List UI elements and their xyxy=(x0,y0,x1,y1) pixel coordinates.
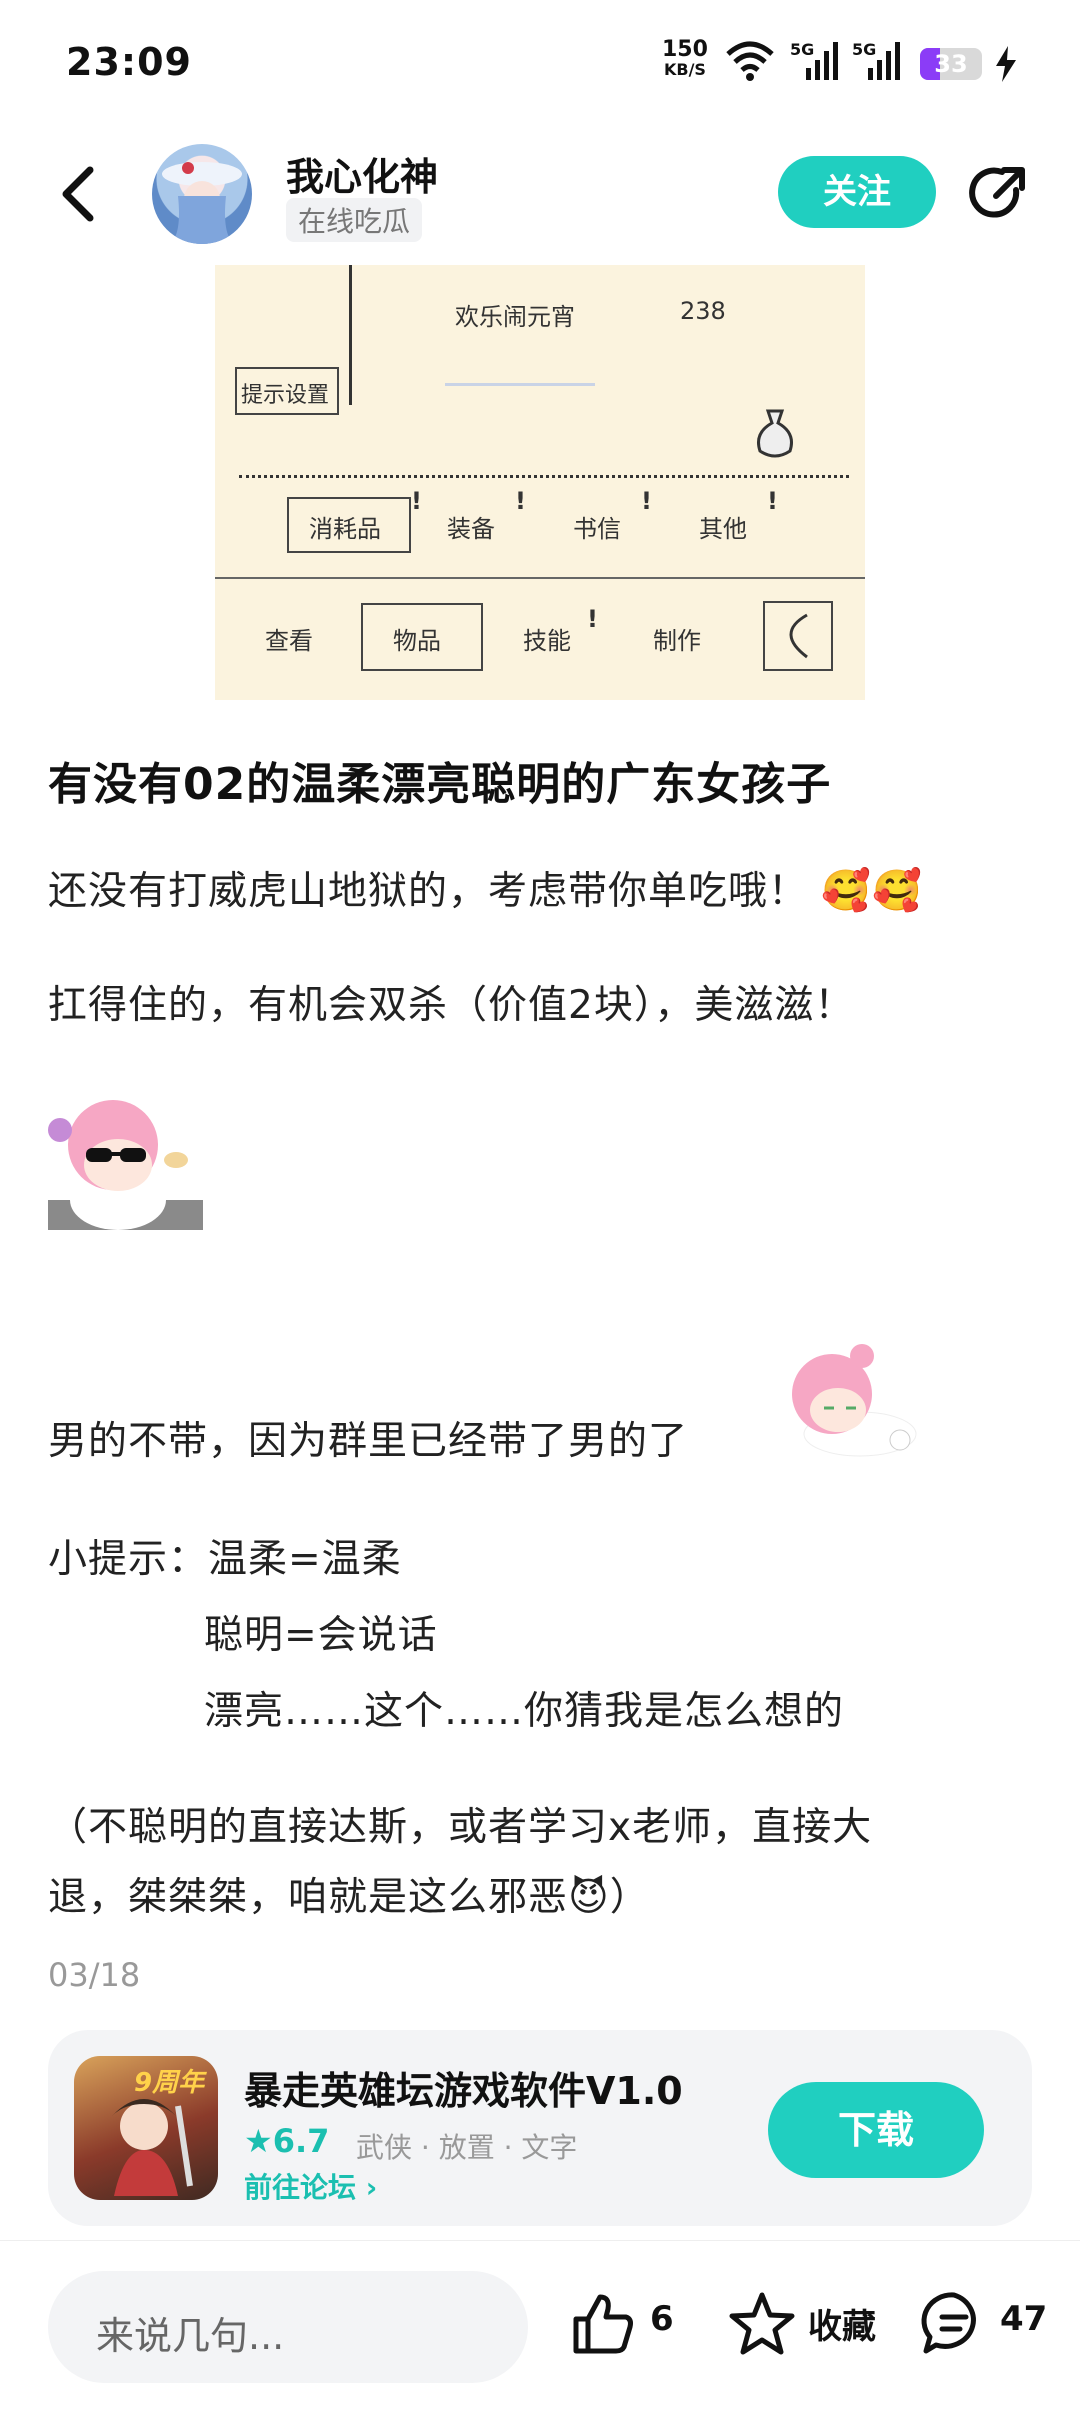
bag-icon xyxy=(757,409,793,458)
game-tab-other: 其他 xyxy=(699,515,747,543)
post-line-4b-text: 退，桀桀桀，咱就是这么邪恶 xyxy=(48,1875,569,1920)
game-back-icon xyxy=(789,613,808,659)
game-hint-settings: 提示设置 xyxy=(241,383,330,408)
battery-icon: 33 xyxy=(920,48,982,80)
post-date: 03/18 xyxy=(48,1956,141,1994)
tip-line-2: 聪明=会说话 xyxy=(204,1613,438,1658)
chevron-left-icon[interactable] xyxy=(52,162,108,226)
signal-icon xyxy=(806,42,838,80)
alert-mark: ! xyxy=(641,487,652,515)
blush-emoji-icon: 🥰🥰 xyxy=(821,868,924,914)
devil-emoji-icon: 😈 xyxy=(568,1875,610,1920)
game-back-box xyxy=(763,601,833,671)
post-line-1-text: 还没有打威虎山地狱的，考虑带你单吃哦！ xyxy=(48,869,809,914)
signal-icon xyxy=(868,42,900,80)
post-line-4-end: ） xyxy=(609,1875,650,1920)
game-event-count: 238 xyxy=(680,297,726,325)
follow-button[interactable]: 关注 xyxy=(778,156,936,228)
comment-placeholder: 来说几句... xyxy=(96,2314,285,2358)
app-card[interactable]: 9周年 暴走英雄坛游戏软件V1.0 ★6.7 武侠 · 放置 · 文字 前往论坛… xyxy=(48,2030,1032,2226)
sticker-cool-girl xyxy=(48,1100,203,1230)
app-rating-value: 6.7 xyxy=(272,2122,330,2160)
divider xyxy=(349,265,352,405)
post-line-4b: 退，桀桀桀，咱就是这么邪恶😈） xyxy=(48,1866,650,1922)
game-hint-box: 提示设置 xyxy=(235,367,339,415)
app-name[interactable]: 暴走英雄坛游戏软件V1.0 xyxy=(244,2060,683,2115)
tip-line-1: 小提示：温柔=温柔 xyxy=(48,1537,402,1582)
alert-mark: ! xyxy=(767,487,778,515)
download-button[interactable]: 下载 xyxy=(768,2082,984,2178)
dotted-divider xyxy=(239,475,849,478)
game-tab-letters: 书信 xyxy=(573,515,621,543)
network-speed-unit: KB/S xyxy=(663,60,706,79)
like-count: 6 xyxy=(650,2299,674,2339)
post-line-1: 还没有打威虎山地狱的，考虑带你单吃哦！ 🥰🥰 xyxy=(48,860,923,916)
sticker-lying-girl xyxy=(792,1344,917,1457)
comment-icon[interactable] xyxy=(920,2291,988,2357)
status-bar: 23:09 150 KB/S 5G 5G 33 xyxy=(0,0,1080,128)
tip-line-3: 漂亮……这个……你猜我是怎么想的 xyxy=(204,1689,845,1734)
game-nav-skills: 技能 xyxy=(523,627,571,655)
network-speed: 150 KB/S xyxy=(662,37,708,80)
username[interactable]: 我心化神 xyxy=(286,146,438,201)
post-image[interactable]: 欢乐闹元宵 238 提示设置 消耗品 装备 书信 其他 ! ! ! ! 查看 物… xyxy=(215,265,865,700)
forum-link-label: 前往论坛 xyxy=(244,2171,357,2204)
post-line-3: 男的不带，因为群里已经带了男的了 xyxy=(48,1419,689,1464)
star-icon[interactable] xyxy=(728,2291,796,2357)
user-tag: 在线吃瓜 xyxy=(286,198,423,242)
share-icon[interactable] xyxy=(966,162,1030,226)
app-rating: ★6.7 xyxy=(244,2122,329,2160)
thumbs-up-icon[interactable] xyxy=(570,2291,636,2357)
avatar-image xyxy=(162,162,242,244)
bottom-action-bar: 来说几句... 6 收藏 47 xyxy=(0,2240,1080,2415)
divider xyxy=(445,383,595,386)
post-line-4a: （不聪明的直接达斯，或者学习x老师，直接大 xyxy=(48,1805,873,1850)
game-tab-equipment: 装备 xyxy=(447,515,495,543)
battery-level: 33 xyxy=(934,50,968,78)
comment-count: 47 xyxy=(1000,2299,1048,2339)
post-header: 我心化神 在线吃瓜 关注 xyxy=(0,140,1080,250)
game-event-name: 欢乐闹元宵 xyxy=(455,303,575,331)
game-nav-view: 查看 xyxy=(265,627,313,655)
status-time: 23:09 xyxy=(66,40,192,84)
post-title: 有没有02的温柔漂亮聪明的广东女孩子 xyxy=(48,759,832,810)
wifi-icon xyxy=(726,41,774,81)
network-speed-value: 150 xyxy=(662,37,708,62)
chevron-right-icon: › xyxy=(365,2171,378,2204)
comment-input[interactable]: 来说几句... xyxy=(48,2271,528,2383)
star-icon: ★ xyxy=(244,2122,273,2160)
charging-icon xyxy=(996,46,1016,82)
alert-mark: ! xyxy=(411,487,422,515)
alert-mark: ! xyxy=(587,605,598,633)
app-icon-art xyxy=(112,2099,193,2196)
app-icon[interactable]: 9周年 xyxy=(74,2056,218,2200)
post-line-2: 扛得住的，有机会双杀（价值2块），美滋滋！ xyxy=(48,983,855,1028)
favorite-label[interactable]: 收藏 xyxy=(808,2299,876,2348)
avatar[interactable] xyxy=(152,144,252,244)
game-nav-items: 物品 xyxy=(393,627,441,655)
game-nav-craft: 制作 xyxy=(653,627,701,655)
divider xyxy=(215,577,865,579)
forum-link[interactable]: 前往论坛 › xyxy=(244,2166,377,2206)
game-tab-consumables: 消耗品 xyxy=(309,515,381,543)
app-categories: 武侠 · 放置 · 文字 xyxy=(356,2131,578,2164)
alert-mark: ! xyxy=(515,487,526,515)
